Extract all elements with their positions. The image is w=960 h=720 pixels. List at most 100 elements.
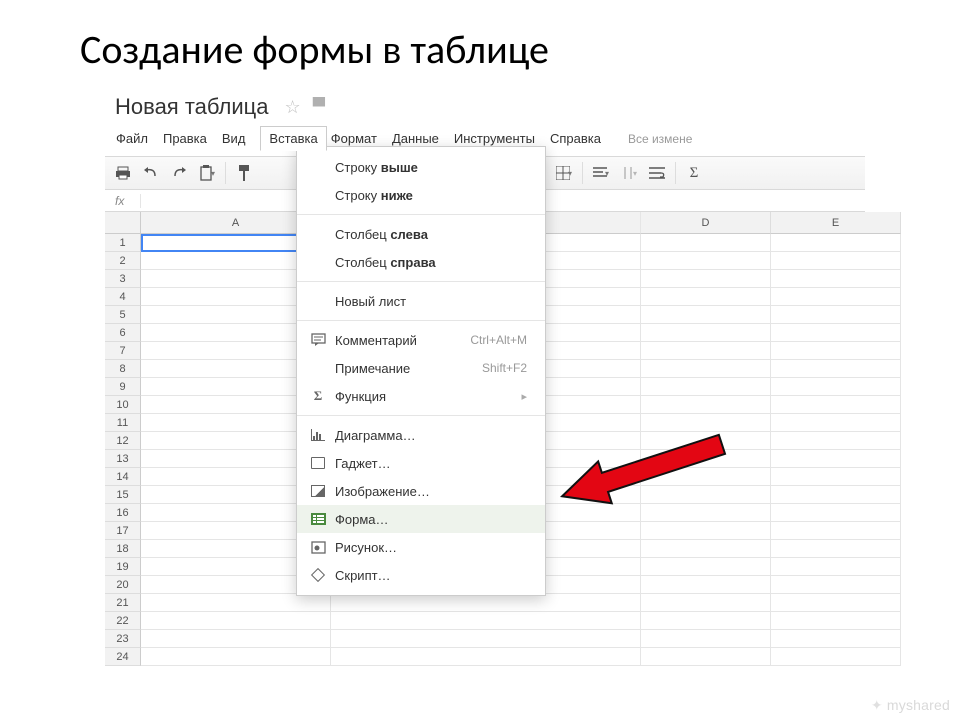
row-header[interactable]: 18 [105,540,141,558]
menu-comment[interactable]: Комментарий Ctrl+Alt+M [297,326,545,354]
cell[interactable] [331,648,641,666]
cell[interactable] [771,306,901,324]
cell[interactable] [141,648,331,666]
cell[interactable] [771,252,901,270]
menu-view[interactable]: Вид [222,131,246,146]
cell[interactable] [641,342,771,360]
cell[interactable] [141,594,331,612]
menu-col-left[interactable]: Столбец слева [297,220,545,248]
menu-form[interactable]: Форма… [297,505,545,533]
cell[interactable] [771,450,901,468]
wrap-icon[interactable] [645,161,669,185]
cell[interactable] [331,612,641,630]
folder-icon[interactable]: ▝▘ [307,97,332,117]
row-header[interactable]: 23 [105,630,141,648]
menu-function[interactable]: Σ Функция ▸ [297,382,545,410]
row-header[interactable]: 15 [105,486,141,504]
cell[interactable] [771,648,901,666]
menu-script[interactable]: Скрипт… [297,561,545,589]
cell[interactable] [771,630,901,648]
row-header[interactable]: 2 [105,252,141,270]
row-header[interactable]: 14 [105,468,141,486]
cell[interactable] [641,594,771,612]
functions-icon[interactable]: Σ [682,161,706,185]
cell[interactable] [771,576,901,594]
row-header[interactable]: 12 [105,432,141,450]
menu-note[interactable]: Примечание Shift+F2 [297,354,545,382]
cell[interactable] [771,414,901,432]
cell[interactable] [771,558,901,576]
cell[interactable] [771,486,901,504]
menu-format[interactable]: Формат [331,131,377,146]
menu-row-below[interactable]: Строку ниже [297,181,545,209]
menu-image[interactable]: Изображение… [297,477,545,505]
cell[interactable] [771,504,901,522]
cell[interactable] [641,648,771,666]
cell[interactable] [141,612,331,630]
cell[interactable] [641,630,771,648]
row-header[interactable]: 4 [105,288,141,306]
cell[interactable] [771,270,901,288]
row-header[interactable]: 17 [105,522,141,540]
menu-row-above[interactable]: Строку выше [297,153,545,181]
cell[interactable] [641,396,771,414]
menu-help[interactable]: Справка [550,131,601,146]
row-header[interactable]: 6 [105,324,141,342]
cell[interactable] [641,558,771,576]
row-header[interactable]: 13 [105,450,141,468]
menu-tools[interactable]: Инструменты [454,131,535,146]
cell[interactable] [331,594,641,612]
cell[interactable] [771,360,901,378]
menu-edit[interactable]: Правка [163,131,207,146]
undo-icon[interactable] [139,161,163,185]
row-header[interactable]: 11 [105,414,141,432]
menu-drawing[interactable]: Рисунок… [297,533,545,561]
paste-icon[interactable]: ▾ [195,161,219,185]
cell[interactable] [771,234,901,252]
col-header-e[interactable]: E [771,212,901,234]
cell[interactable] [771,288,901,306]
row-header[interactable]: 22 [105,612,141,630]
menu-gadget[interactable]: Гаджет… [297,449,545,477]
menu-chart[interactable]: Диаграмма… [297,421,545,449]
cell[interactable] [141,630,331,648]
cell[interactable] [771,612,901,630]
row-header[interactable]: 3 [105,270,141,288]
doc-title[interactable]: Новая таблица [115,94,268,120]
cell[interactable] [771,378,901,396]
menu-insert[interactable]: Вставка [260,126,326,151]
row-header[interactable]: 20 [105,576,141,594]
cell[interactable] [771,432,901,450]
cell[interactable] [771,342,901,360]
cell[interactable] [641,252,771,270]
cell[interactable] [771,396,901,414]
row-header[interactable]: 1 [105,234,141,252]
row-header[interactable]: 9 [105,378,141,396]
cell[interactable] [771,522,901,540]
cell[interactable] [641,234,771,252]
cell[interactable] [641,288,771,306]
print-icon[interactable] [111,161,135,185]
row-header[interactable]: 21 [105,594,141,612]
cell[interactable] [641,324,771,342]
cell[interactable] [641,360,771,378]
borders-icon[interactable]: ▾ [552,161,576,185]
row-header[interactable]: 5 [105,306,141,324]
cell[interactable] [771,468,901,486]
cell[interactable] [641,306,771,324]
col-header-d[interactable]: D [641,212,771,234]
menu-data[interactable]: Данные [392,131,439,146]
cell[interactable] [641,576,771,594]
paint-format-icon[interactable] [232,161,256,185]
cell[interactable] [771,594,901,612]
align-icon[interactable]: ▾ [589,161,613,185]
cell[interactable] [641,270,771,288]
cell[interactable] [641,540,771,558]
select-all-corner[interactable] [105,212,141,234]
row-header[interactable]: 10 [105,396,141,414]
cell[interactable] [641,612,771,630]
cell[interactable] [641,378,771,396]
cell[interactable] [771,324,901,342]
row-header[interactable]: 16 [105,504,141,522]
valign-icon[interactable]: ▾ [617,161,641,185]
